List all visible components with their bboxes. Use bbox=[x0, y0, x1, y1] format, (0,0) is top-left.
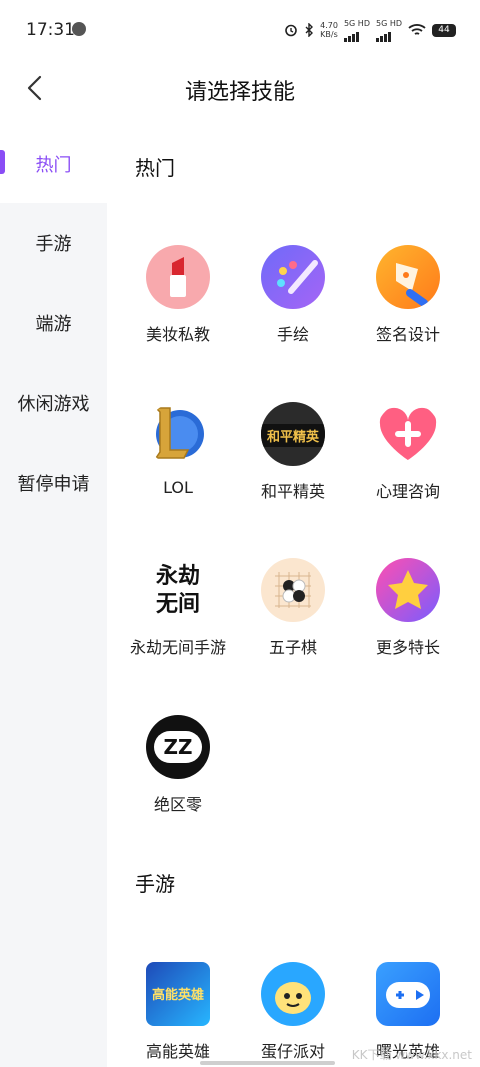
skill-label: 高能英雄 bbox=[145, 1042, 210, 1061]
sidebar-item-hot[interactable]: 热门 bbox=[0, 125, 107, 203]
heart-plus-icon bbox=[376, 402, 440, 466]
sidebar-item-pc-games[interactable]: 端游 bbox=[0, 284, 107, 362]
skill-label: 心理咨询 bbox=[375, 482, 440, 501]
wifi-icon bbox=[408, 24, 426, 35]
skill-label: 美妆私教 bbox=[145, 325, 210, 344]
status-time: 17:31 bbox=[26, 20, 75, 40]
skill-label: 绝区零 bbox=[153, 795, 202, 814]
battery-icon: 44 bbox=[432, 23, 456, 37]
lol-logo-icon bbox=[146, 402, 210, 466]
section-title-mobile-games: 手游 bbox=[135, 872, 175, 896]
star-icon bbox=[376, 558, 440, 622]
eggy-party-logo-icon bbox=[261, 962, 325, 1026]
skill-naraka-mobile[interactable]: 永劫 无间 永劫无间手游 bbox=[118, 558, 238, 658]
skill-peace-elite[interactable]: 和平精英 和平精英 bbox=[233, 402, 353, 502]
skill-label: 蛋仔派对 bbox=[260, 1042, 325, 1061]
page-title: 请选择技能 bbox=[184, 80, 295, 105]
skill-high-energy-heroes[interactable]: 高能英雄 高能英雄 bbox=[118, 962, 238, 1062]
naraka-logo-icon: 永劫 无间 bbox=[146, 558, 210, 622]
gamepad-icon bbox=[376, 962, 440, 1026]
sidebar-item-pause-apply[interactable]: 暂停申请 bbox=[0, 444, 107, 522]
skill-label: 五子棋 bbox=[268, 638, 317, 657]
bluetooth-icon bbox=[305, 23, 314, 37]
skill-counseling[interactable]: 心理咨询 bbox=[348, 402, 468, 502]
peace-elite-logo-icon: 和平精英 bbox=[261, 402, 325, 466]
signal-icon bbox=[375, 28, 402, 42]
active-indicator bbox=[0, 150, 5, 174]
skill-more-talents[interactable]: 更多特长 bbox=[348, 558, 468, 658]
skill-label: 签名设计 bbox=[375, 325, 440, 344]
alarm-icon bbox=[285, 24, 297, 37]
skill-gomoku[interactable]: 五子棋 bbox=[233, 558, 353, 658]
skill-zzz[interactable]: ZZ 绝区零 bbox=[118, 715, 238, 815]
signal-icon bbox=[343, 28, 370, 42]
sidebar-item-mobile-games[interactable]: 手游 bbox=[0, 204, 107, 282]
sim1-signal: 5G HD bbox=[343, 19, 370, 42]
status-bar: 17:31 4.70 KB/s 5G HD 5G HD 44 bbox=[0, 0, 480, 60]
paint-palette-icon bbox=[261, 245, 325, 309]
skill-label: 手绘 bbox=[276, 325, 309, 344]
status-indicators: 4.70 KB/s 5G HD 5G HD 44 bbox=[284, 18, 456, 42]
skill-lol[interactable]: LOL bbox=[118, 402, 238, 497]
sim2-signal: 5G HD bbox=[375, 19, 402, 42]
skill-label: 和平精英 bbox=[260, 482, 325, 501]
zenless-zone-zero-logo-icon: ZZ bbox=[146, 715, 210, 779]
gomoku-board-icon bbox=[261, 558, 325, 622]
skill-makeup[interactable]: 美妆私教 bbox=[118, 245, 238, 345]
notification-icon bbox=[72, 22, 86, 36]
home-indicator[interactable] bbox=[200, 1061, 335, 1065]
skill-label: LOL bbox=[163, 478, 193, 497]
skill-drawing[interactable]: 手绘 bbox=[233, 245, 353, 345]
skill-label: 永劫无间手游 bbox=[129, 638, 226, 657]
nav-bar: 请选择技能 bbox=[0, 60, 480, 116]
skill-eggy-party[interactable]: 蛋仔派对 bbox=[233, 962, 353, 1062]
high-energy-heroes-logo-icon: 高能英雄 bbox=[146, 962, 210, 1026]
network-speed: 4.70 KB/s bbox=[320, 21, 338, 39]
sidebar-item-casual-games[interactable]: 休闲游戏 bbox=[0, 364, 107, 442]
section-title-hot: 热门 bbox=[135, 156, 175, 180]
watermark: KK下载 www.kkx.net bbox=[351, 1048, 472, 1062]
skill-signature-design[interactable]: 签名设计 bbox=[348, 245, 468, 345]
pen-nib-icon bbox=[376, 245, 440, 309]
lipstick-icon bbox=[146, 245, 210, 309]
skill-label: 更多特长 bbox=[375, 638, 440, 657]
